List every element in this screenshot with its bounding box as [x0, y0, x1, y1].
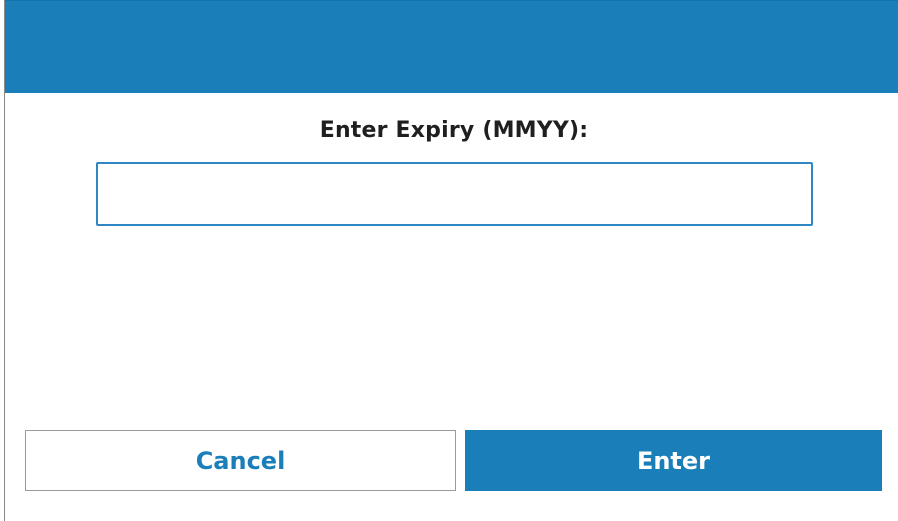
enter-button-label: Enter	[636, 446, 711, 475]
dialog-header-bar	[5, 0, 898, 93]
expiry-prompt-label: Enter Expiry (MMYY):	[319, 118, 589, 143]
enter-button[interactable]: Enter	[465, 430, 882, 491]
cancel-button-label: Cancel	[195, 446, 286, 475]
expiry-dialog: Enter Expiry (MMYY): Cancel Enter	[0, 0, 898, 521]
expiry-input[interactable]	[96, 162, 813, 226]
cancel-button[interactable]: Cancel	[25, 430, 456, 491]
